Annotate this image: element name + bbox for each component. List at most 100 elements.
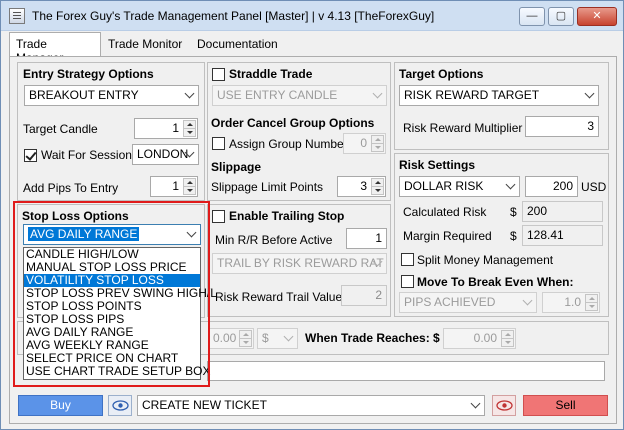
risk-type-value: DOLLAR RISK xyxy=(404,179,484,193)
target-candle-value: 1 xyxy=(172,121,179,135)
session-select[interactable]: LONDON xyxy=(132,144,199,165)
trailing-type-value: TRAIL BY RISK REWARD RAT xyxy=(217,256,384,270)
spin-down-icon[interactable] xyxy=(585,302,598,311)
assign-group-stepper[interactable]: 0 xyxy=(343,133,386,154)
entry-strategy-title: Entry Strategy Options xyxy=(23,67,154,81)
chevron-down-icon xyxy=(470,398,481,409)
partial-unit-value: $ xyxy=(262,331,269,345)
sell-button[interactable]: Sell xyxy=(523,395,608,416)
buy-preview-button[interactable] xyxy=(108,395,132,416)
straddle-group: Straddle Trade USE ENTRY CANDLE Order Ca… xyxy=(207,62,391,201)
spin-down-icon[interactable] xyxy=(183,186,196,195)
trailing-stop-checkbox[interactable] xyxy=(212,210,225,223)
chevron-down-icon xyxy=(505,179,516,190)
app-icon xyxy=(9,8,25,24)
risk-currency-label: USD xyxy=(581,180,607,194)
break-even-value: 1.0 xyxy=(564,295,581,309)
trade-reaches-stepper[interactable]: 0.00 xyxy=(443,328,516,349)
chevron-down-icon xyxy=(372,88,383,99)
session-value: LONDON xyxy=(137,147,189,161)
tab-trade-monitor[interactable]: Trade Monitor xyxy=(102,33,189,56)
trailing-type-select[interactable]: TRAIL BY RISK REWARD RAT xyxy=(212,253,387,274)
break-even-type-select[interactable]: PIPS ACHIEVED xyxy=(399,292,537,313)
entry-strategy-value: BREAKOUT ENTRY xyxy=(29,88,139,102)
margin-required-currency: $ xyxy=(510,229,517,243)
wait-for-session-label: Wait For Session xyxy=(41,148,132,162)
eye-icon xyxy=(112,400,129,411)
assign-group-label: Assign Group Number xyxy=(229,137,348,151)
highlight-callout xyxy=(13,201,210,387)
partial-unit-select[interactable]: $ xyxy=(257,328,298,349)
split-money-label: Split Money Management xyxy=(417,253,554,267)
add-pips-stepper[interactable]: 1 xyxy=(150,176,198,197)
spin-down-icon[interactable] xyxy=(501,338,514,347)
target-options-group: Target Options RISK REWARD TARGET Risk R… xyxy=(394,62,609,150)
spin-down-icon[interactable] xyxy=(183,128,196,137)
slippage-value: 3 xyxy=(360,179,367,193)
ticket-value: CREATE NEW TICKET xyxy=(142,398,267,412)
spin-down-icon[interactable] xyxy=(371,143,384,152)
slippage-stepper[interactable]: 3 xyxy=(337,176,386,197)
margin-required-value: 128.41 xyxy=(522,225,603,246)
close-icon: ✕ xyxy=(592,10,602,22)
buy-button[interactable]: Buy xyxy=(18,395,103,416)
target-type-select[interactable]: RISK REWARD TARGET xyxy=(399,85,599,106)
trade-reaches-value: 0.00 xyxy=(473,331,497,345)
window-title: The Forex Guy's Trade Management Panel [… xyxy=(32,9,435,23)
chevron-down-icon xyxy=(522,295,533,306)
trade-reaches-label: When Trade Reaches: $ xyxy=(305,331,440,345)
spin-down-icon[interactable] xyxy=(239,338,252,347)
sell-preview-button[interactable] xyxy=(492,395,516,416)
chevron-down-icon xyxy=(584,88,595,99)
trailing-stop-group: Enable Trailing Stop Min R/R Before Acti… xyxy=(207,204,391,317)
break-even-title: Move To Break Even When: xyxy=(417,275,574,289)
partial-amount-stepper[interactable]: 0.00 xyxy=(208,328,254,349)
order-cancel-title: Order Cancel Group Options xyxy=(211,116,375,130)
trailing-stop-title: Enable Trailing Stop xyxy=(229,209,345,223)
break-even-stepper[interactable]: 1.0 xyxy=(542,292,600,313)
split-money-checkbox[interactable] xyxy=(401,253,414,266)
target-options-title: Target Options xyxy=(399,67,484,81)
risk-settings-group: Risk Settings DOLLAR RISK 200 USD Calcul… xyxy=(394,153,609,317)
slippage-label: Slippage Limit Points xyxy=(211,180,324,194)
spin-down-icon[interactable] xyxy=(371,186,384,195)
title-bar[interactable]: The Forex Guy's Trade Management Panel [… xyxy=(1,1,623,31)
chevron-down-icon xyxy=(283,331,294,342)
minimize-button[interactable]: — xyxy=(519,7,545,26)
rr-trail-label: Risk Reward Trail Value xyxy=(215,290,343,304)
straddle-checkbox[interactable] xyxy=(212,68,225,81)
add-pips-label: Add Pips To Entry xyxy=(23,181,119,195)
chevron-down-icon xyxy=(184,88,195,99)
margin-required-label: Margin Required xyxy=(403,229,492,243)
entry-strategy-group: Entry Strategy Options BREAKOUT ENTRY Ta… xyxy=(17,62,205,201)
tab-documentation[interactable]: Documentation xyxy=(191,33,289,56)
risk-settings-title: Risk Settings xyxy=(399,158,476,172)
straddle-candle-value: USE ENTRY CANDLE xyxy=(217,88,338,102)
slippage-title: Slippage xyxy=(211,160,262,174)
assign-group-checkbox[interactable] xyxy=(212,137,225,150)
tab-trade-manager[interactable]: Trade Manager xyxy=(9,32,101,65)
risk-type-select[interactable]: DOLLAR RISK xyxy=(399,176,520,197)
risk-amount-input[interactable]: 200 xyxy=(525,176,578,197)
ticket-select[interactable]: CREATE NEW TICKET xyxy=(137,395,485,416)
rr-trail-value: 2 xyxy=(341,285,387,306)
rr-multiplier-input[interactable]: 3 xyxy=(525,116,599,137)
close-button[interactable]: ✕ xyxy=(577,7,617,26)
add-pips-value: 1 xyxy=(172,179,179,193)
eye-icon xyxy=(496,400,513,411)
straddle-title: Straddle Trade xyxy=(229,67,313,81)
app-window: The Forex Guy's Trade Management Panel [… xyxy=(0,0,624,430)
min-rr-input[interactable]: 1 xyxy=(346,228,387,249)
comment-field[interactable] xyxy=(207,361,605,381)
maximize-button[interactable]: ▢ xyxy=(548,7,574,26)
break-even-checkbox[interactable] xyxy=(401,275,414,288)
straddle-candle-select[interactable]: USE ENTRY CANDLE xyxy=(212,85,387,106)
entry-strategy-select[interactable]: BREAKOUT ENTRY xyxy=(24,85,199,106)
target-candle-label: Target Candle xyxy=(23,122,98,136)
target-candle-stepper[interactable]: 1 xyxy=(134,118,198,139)
partial-amount-value: 0.00 xyxy=(213,331,237,345)
maximize-icon: ▢ xyxy=(555,10,567,22)
min-rr-label: Min R/R Before Active xyxy=(215,233,333,247)
wait-for-session-checkbox[interactable] xyxy=(24,149,37,162)
calculated-risk-label: Calculated Risk xyxy=(403,205,487,219)
